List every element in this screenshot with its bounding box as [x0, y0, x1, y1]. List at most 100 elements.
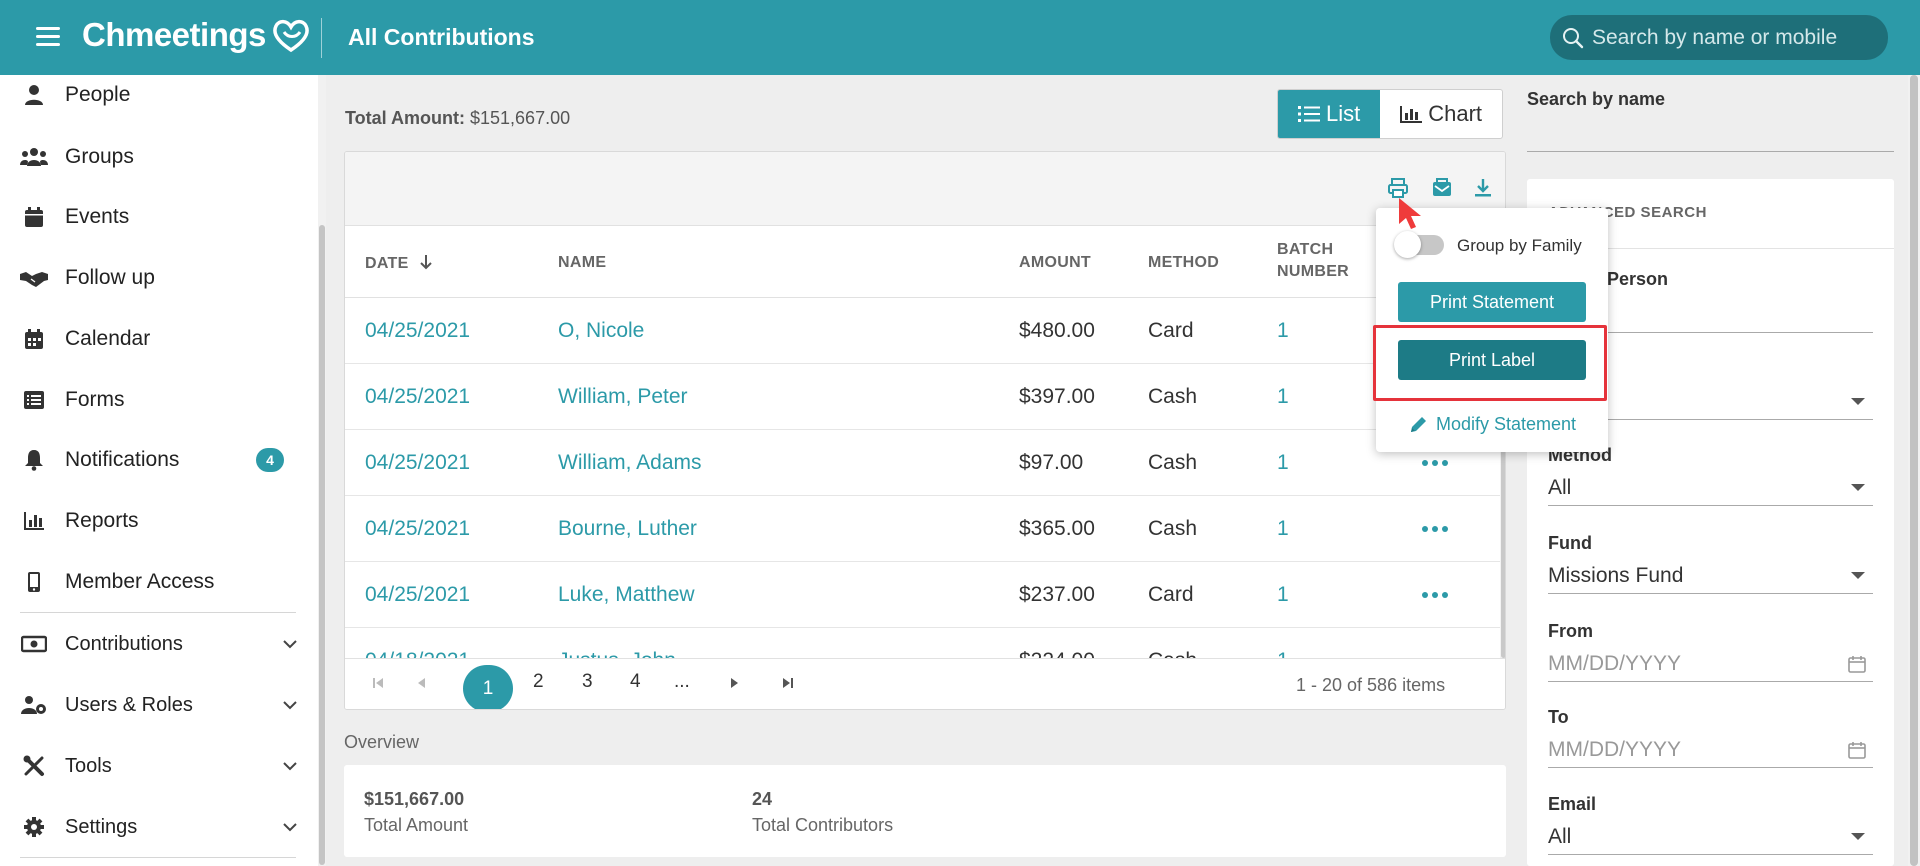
- sidebar-item-settings[interactable]: Settings: [0, 802, 310, 852]
- column-header-date-label: DATE: [365, 255, 409, 272]
- overview-total-contributors-value: 24: [752, 789, 773, 809]
- sidebar-item-member-access[interactable]: Member Access: [0, 557, 310, 607]
- row-actions-menu-icon[interactable]: [1422, 526, 1448, 534]
- menu-icon[interactable]: [36, 27, 60, 47]
- chevron-down-icon[interactable]: [282, 819, 298, 835]
- from-date-field[interactable]: MM/DD/YYYY: [1548, 644, 1873, 682]
- sidebar-item-groups[interactable]: Groups: [0, 132, 310, 182]
- row-date[interactable]: 04/25/2021: [365, 385, 470, 409]
- sidebar-item-events[interactable]: Events: [0, 192, 310, 242]
- column-header-method[interactable]: METHOD: [1148, 254, 1219, 272]
- sidebar-item-label: Events: [65, 205, 130, 228]
- sidebar-item-follow-up[interactable]: Follow up: [0, 253, 310, 303]
- download-icon[interactable]: [1470, 175, 1496, 201]
- page-button[interactable]: 3: [582, 671, 593, 693]
- column-header-amount[interactable]: AMOUNT: [1019, 254, 1091, 272]
- chart-view-button[interactable]: Chart: [1380, 90, 1502, 138]
- dropdown-caret-icon: [1851, 484, 1865, 491]
- row-batch[interactable]: 1: [1277, 451, 1289, 475]
- chevron-down-icon[interactable]: [282, 758, 298, 774]
- brand-logo[interactable]: Chmeetings: [82, 16, 312, 54]
- sidebar-item-label: Contributions: [65, 632, 183, 655]
- row-batch[interactable]: 1: [1277, 583, 1289, 607]
- sidebar-item-label: Notifications: [65, 448, 180, 471]
- sidebar-item-users-roles[interactable]: Users & Roles: [0, 680, 310, 730]
- row-name[interactable]: William, Adams: [558, 451, 702, 475]
- global-search[interactable]: [1550, 15, 1888, 60]
- print-statement-button[interactable]: Print Statement: [1398, 282, 1586, 322]
- row-name[interactable]: William, Peter: [558, 385, 688, 409]
- row-method: Card: [1148, 319, 1194, 342]
- topbar-divider: [321, 18, 322, 58]
- page-scrollbar[interactable]: [1908, 75, 1920, 866]
- forms-icon: [20, 387, 48, 413]
- global-search-input[interactable]: [1592, 25, 1882, 50]
- previous-page-icon[interactable]: [415, 676, 429, 690]
- column-header-name[interactable]: NAME: [558, 254, 606, 272]
- list-view-button[interactable]: List: [1278, 90, 1381, 138]
- row-date[interactable]: 04/25/2021: [365, 319, 470, 343]
- sidebar-item-people[interactable]: People: [0, 70, 310, 120]
- chevron-down-icon[interactable]: [282, 697, 298, 713]
- users-cog-icon: [20, 692, 48, 718]
- row-batch[interactable]: 1: [1277, 319, 1289, 343]
- red-pointer-cursor-icon: [1399, 198, 1421, 229]
- bell-icon: [20, 447, 48, 473]
- to-date-field[interactable]: MM/DD/YYYY: [1548, 730, 1873, 768]
- row-amount: $365.00: [1019, 517, 1095, 540]
- sidebar-item-label: Tools: [65, 754, 112, 777]
- first-page-icon[interactable]: [371, 676, 385, 690]
- calendar-icon[interactable]: [1847, 654, 1867, 674]
- modify-statement-link[interactable]: Modify Statement: [1408, 414, 1576, 435]
- overview-total-contributors-label: Total Contributors: [752, 815, 894, 835]
- row-actions-menu-icon[interactable]: [1422, 460, 1448, 468]
- group-by-family-label: Group by Family: [1457, 236, 1582, 255]
- row-name[interactable]: Bourne, Luther: [558, 517, 697, 541]
- row-date[interactable]: 04/25/2021: [365, 451, 470, 475]
- table-row: 04/25/2021 Bourne, Luther $365.00 Cash 1: [345, 496, 1500, 562]
- next-page-icon[interactable]: [727, 676, 741, 690]
- page-button-current[interactable]: 1: [463, 665, 513, 709]
- row-batch[interactable]: 1: [1277, 517, 1289, 541]
- page-button[interactable]: 4: [630, 671, 641, 693]
- sidebar-item-calendar[interactable]: Calendar: [0, 314, 310, 364]
- page-ellipsis-button[interactable]: ...: [674, 671, 690, 693]
- row-name[interactable]: Luke, Matthew: [558, 583, 695, 607]
- sidebar-item-reports[interactable]: Reports: [0, 496, 310, 546]
- sidebar-item-tools[interactable]: Tools: [0, 741, 310, 791]
- table-row: 04/25/2021 William, Peter $397.00 Cash 1: [345, 364, 1500, 430]
- notifications-badge: 4: [256, 448, 284, 472]
- chart-view-label: Chart: [1428, 101, 1483, 126]
- sidebar-item-label: Calendar: [65, 327, 151, 350]
- sidebar-scrollbar[interactable]: [318, 75, 326, 866]
- search-by-name-label: Search by name: [1527, 89, 1666, 109]
- calendar-icon[interactable]: [1847, 740, 1867, 760]
- row-batch[interactable]: 1: [1277, 385, 1289, 409]
- email-select[interactable]: All: [1548, 817, 1873, 855]
- row-date[interactable]: 04/25/2021: [365, 583, 470, 607]
- sidebar-item-notifications[interactable]: Notifications 4: [0, 435, 310, 485]
- page-title: All Contributions: [348, 24, 535, 50]
- email-envelope-icon[interactable]: [1429, 175, 1455, 201]
- fund-select[interactable]: Missions Fund: [1548, 556, 1873, 594]
- bar-chart-icon: [1400, 106, 1423, 123]
- row-date[interactable]: 04/25/2021: [365, 517, 470, 541]
- group-by-family-toggle[interactable]: [1394, 231, 1444, 258]
- sidebar-divider: [20, 857, 296, 858]
- sidebar-item-contributions[interactable]: Contributions: [0, 619, 310, 669]
- from-date-placeholder: MM/DD/YYYY: [1548, 652, 1682, 675]
- page-button[interactable]: 2: [533, 671, 544, 693]
- method-select[interactable]: All: [1548, 468, 1873, 506]
- email-value: All: [1548, 825, 1572, 848]
- dropdown-caret-icon: [1851, 572, 1865, 579]
- column-header-date[interactable]: DATE: [365, 254, 433, 273]
- row-actions-menu-icon[interactable]: [1422, 592, 1448, 600]
- sort-down-arrow-icon: [420, 255, 433, 270]
- sidebar-item-forms[interactable]: Forms: [0, 375, 310, 425]
- column-header-batch-number[interactable]: BATCH NUMBER: [1277, 241, 1349, 281]
- row-amount: $397.00: [1019, 385, 1095, 408]
- chevron-down-icon[interactable]: [282, 636, 298, 652]
- search-by-name-input[interactable]: [1527, 118, 1894, 152]
- row-name[interactable]: O, Nicole: [558, 319, 644, 343]
- last-page-icon[interactable]: [781, 676, 795, 690]
